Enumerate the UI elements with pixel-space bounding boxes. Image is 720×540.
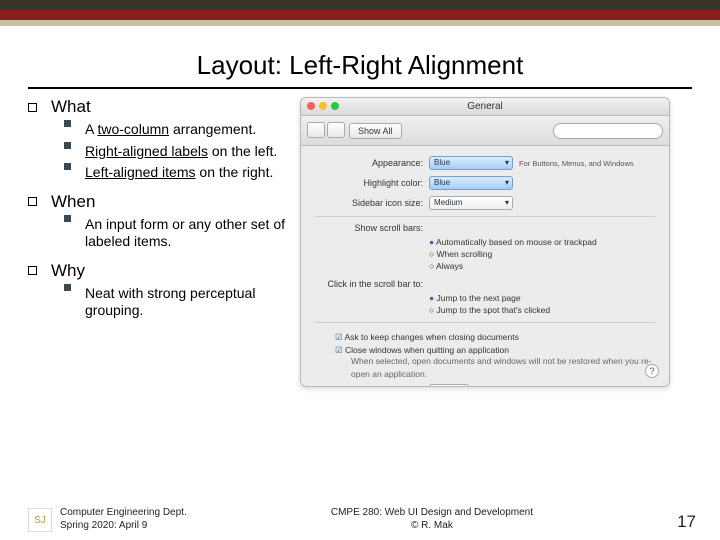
label-click-scroll: Click in the scroll bar to: — [315, 279, 423, 289]
page-number: 17 — [677, 512, 696, 532]
show-all-button: Show All — [349, 123, 402, 139]
radio-group-click-scroll: Jump to the next page Jump to the spot t… — [315, 293, 655, 317]
slide-footer: SJ Computer Engineering Dept. Spring 202… — [0, 506, 720, 532]
footer-author: © R. Mak — [187, 519, 677, 532]
list-item: Neat with strong perceptual grouping. — [64, 285, 288, 320]
list-item: Left-aligned items on the right. — [64, 164, 288, 182]
bullet-solid-icon — [64, 163, 71, 170]
traffic-light-icons — [307, 102, 339, 110]
list-item: An input form or any other set of labele… — [64, 216, 288, 251]
checkbox-group: Ask to keep changes when closing documen… — [315, 331, 655, 380]
text-column: What A two-column arrangement. Right-ali… — [28, 97, 288, 387]
footer-course: CMPE 280: Web UI Design and Development — [187, 506, 677, 519]
bullet-hollow-icon — [28, 266, 37, 275]
select-recent: 10 — [429, 384, 469, 386]
window-titlebar: General — [301, 98, 669, 116]
bullet-solid-icon — [64, 142, 71, 149]
radio-group-scrollbars: Automatically based on mouse or trackpad… — [315, 237, 655, 273]
heading-when: When — [51, 192, 95, 212]
bullet-hollow-icon — [28, 103, 37, 112]
mac-prefs-screenshot: General Show All Appearance:BlueFor Butt… — [300, 97, 670, 387]
slide-title: Layout: Left-Right Alignment — [0, 42, 720, 87]
heading-what: What — [51, 97, 91, 117]
heading-why: Why — [51, 261, 85, 281]
window-toolbar: Show All — [301, 116, 669, 146]
bullet-solid-icon — [64, 284, 71, 291]
search-field — [553, 123, 663, 139]
select-appearance: Blue — [429, 156, 513, 170]
list-item: Right-aligned labels on the left. — [64, 143, 288, 161]
slide-top-border — [0, 0, 720, 26]
select-highlight: Blue — [429, 176, 513, 190]
section-why: Why Neat with strong perceptual grouping… — [28, 261, 288, 320]
select-sidebar: Medium — [429, 196, 513, 210]
footer-dept: Computer Engineering Dept. — [60, 506, 187, 519]
bullet-hollow-icon — [28, 197, 37, 206]
list-item: A two-column arrangement. — [64, 121, 288, 139]
footer-date: Spring 2020: April 9 — [60, 519, 187, 532]
label-highlight: Highlight color: — [315, 178, 423, 188]
help-icon: ? — [645, 364, 659, 378]
label-appearance: Appearance: — [315, 158, 423, 168]
label-sidebar: Sidebar icon size: — [315, 198, 423, 208]
section-what: What A two-column arrangement. Right-ali… — [28, 97, 288, 182]
window-title: General — [467, 101, 503, 112]
bullet-solid-icon — [64, 215, 71, 222]
label-scrollbars: Show scroll bars: — [315, 223, 423, 233]
sjsu-logo-icon: SJ — [28, 508, 52, 532]
bullet-solid-icon — [64, 120, 71, 127]
section-when: When An input form or any other set of l… — [28, 192, 288, 251]
nav-back-forward-icon — [307, 122, 347, 140]
